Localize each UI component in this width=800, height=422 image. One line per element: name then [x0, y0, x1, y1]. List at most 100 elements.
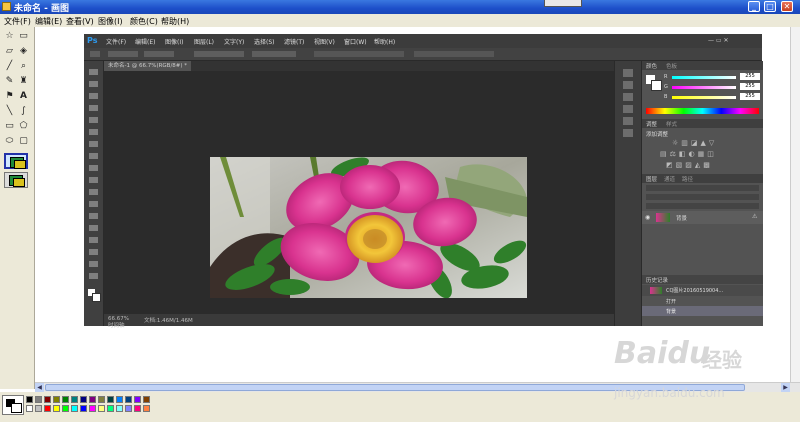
palette-swatch[interactable]: [98, 396, 105, 403]
pencil-icon[interactable]: ✎: [3, 75, 16, 88]
fill-bucket-icon[interactable]: ◈: [17, 45, 30, 58]
ps-menu-item: 窗口(W): [344, 39, 367, 46]
palette-swatch[interactable]: [71, 396, 78, 403]
palette-swatch[interactable]: [143, 396, 150, 403]
palette-swatch[interactable]: [89, 405, 96, 412]
menu-help[interactable]: 帮助(H): [161, 16, 189, 27]
palette-swatch[interactable]: [134, 396, 141, 403]
scroll-right-icon[interactable]: ▶: [781, 383, 790, 392]
baidu-watermark: Baidu 经验 jingyan.baidu.com: [612, 336, 772, 404]
ps-menu-item: 帮助(H): [374, 39, 396, 46]
ps-layers-panel-header: 图层 通道 路径: [642, 174, 763, 183]
ps-menu-item: 滤镜(T): [284, 39, 305, 46]
palette-swatch[interactable]: [26, 396, 33, 403]
palette-swatch[interactable]: [116, 405, 123, 412]
menu-file[interactable]: 文件(F): [4, 16, 31, 27]
palette-swatch[interactable]: [35, 396, 42, 403]
palette-swatch[interactable]: [26, 405, 33, 412]
watermark-url: jingyan.baidu.com: [614, 386, 725, 400]
ps-menu-bar: Ps 文件(F) 编辑(E) 图像(I) 图层(L) 文字(Y) 选择(S) 滤…: [84, 34, 762, 48]
rounded-rect-icon[interactable]: ▢: [17, 135, 30, 148]
transparent-option-icon[interactable]: [4, 172, 28, 188]
palette-swatch[interactable]: [53, 396, 60, 403]
menu-colors[interactable]: 颜色(C): [130, 16, 158, 27]
ps-menu-item: 选择(S): [254, 39, 275, 46]
ps-panel-dock: 颜色 色板 R 255 G 255 B 255 调整 样式 添加调整 ☼▥◪▲▽…: [641, 61, 763, 326]
maximize-button[interactable]: □: [764, 1, 776, 12]
ps-adjust-icons-row3: ◩▧▨◭▩: [666, 161, 713, 169]
ps-status-doc: 文档:1.46M/1.46M: [144, 318, 193, 324]
ps-menu-item: 视图(V): [314, 39, 335, 46]
menu-edit[interactable]: 编辑(E): [35, 16, 62, 27]
watermark-brand2: 经验: [702, 348, 742, 372]
ps-window-controls: — ▭ ✕: [708, 37, 729, 44]
ellipse-icon[interactable]: ⬭: [3, 135, 16, 148]
palette-swatch[interactable]: [71, 405, 78, 412]
palette-swatch[interactable]: [44, 396, 51, 403]
paint-toolbox: ☆ ▭ ▱ ◈ ╱ ⌕ ✎ ♜ ⚑ A ╲ ∫ ▭ ⬠ ⬭ ▢: [0, 27, 35, 389]
palette-swatch[interactable]: [35, 405, 42, 412]
scroll-left-icon[interactable]: ◀: [35, 383, 44, 392]
current-colors: [2, 395, 24, 415]
palette-swatch[interactable]: [62, 405, 69, 412]
palette-swatch[interactable]: [80, 405, 87, 412]
palette-swatch[interactable]: [134, 405, 141, 412]
minimize-button[interactable]: _: [748, 1, 760, 12]
vertical-scrollbar[interactable]: [790, 27, 800, 382]
polygon-icon[interactable]: ⬠: [17, 120, 30, 133]
ps-paths-tab: 路径: [682, 177, 694, 183]
ps-layer-row: ◉ 背景 ⚠: [642, 211, 763, 224]
ps-menu-item: 文字(Y): [224, 39, 245, 46]
ps-history-tab: 历史记录: [646, 278, 669, 284]
ps-layers-tab: 图层: [646, 177, 658, 183]
menu-view[interactable]: 查看(V): [66, 16, 94, 27]
palette-swatch[interactable]: [62, 396, 69, 403]
ps-color-panel-header: 颜色 色板: [642, 61, 763, 70]
ps-menu-item: 图像(I): [165, 39, 184, 46]
palette-swatch[interactable]: [53, 405, 60, 412]
palette-swatch[interactable]: [125, 396, 132, 403]
ps-document-tabs: 未命名-1 @ 66.7%(RGB/8#) *: [104, 61, 614, 71]
ps-history-item: 背景: [642, 306, 763, 316]
flower-photo: [210, 157, 527, 298]
text-tool-icon[interactable]: A: [17, 90, 30, 103]
airbrush-icon[interactable]: ⚑: [3, 90, 16, 103]
palette-swatch[interactable]: [125, 405, 132, 412]
photoshop-screenshot: Ps 文件(F) 编辑(E) 图像(I) 图层(L) 文字(Y) 选择(S) 滤…: [84, 34, 763, 329]
ps-g-value: 255: [740, 83, 760, 90]
brush-icon[interactable]: ♜: [17, 75, 30, 88]
ps-history-item: CQ图片20160519004...: [642, 285, 763, 296]
palette-swatch[interactable]: [80, 396, 87, 403]
ps-adjust-icons: ☼▥◪▲▽: [672, 139, 718, 147]
ps-adjust-icons-row2: ▤⚖◧◐▦◫: [660, 150, 717, 158]
ps-history-item: 打开: [642, 296, 763, 306]
curve-icon[interactable]: ∫: [17, 105, 30, 118]
palette-swatch[interactable]: [116, 396, 123, 403]
title-bar: 未命名 - 画图 _ □ ✕: [0, 0, 800, 14]
title-center-tab[interactable]: [544, 0, 582, 7]
ps-history-panel-header: 历史记录: [642, 275, 763, 284]
rectangle-icon[interactable]: ▭: [3, 120, 16, 133]
magnifier-icon[interactable]: ⌕: [17, 60, 30, 73]
window-title: 未命名 - 画图: [14, 4, 70, 14]
palette-swatch[interactable]: [98, 405, 105, 412]
free-select-icon[interactable]: ☆: [3, 30, 16, 43]
ps-adjust-title: 添加调整: [646, 132, 669, 138]
line-icon[interactable]: ╲: [3, 105, 16, 118]
paint-app-icon: [2, 2, 11, 11]
eraser-icon[interactable]: ▱: [3, 45, 16, 58]
palette-swatch[interactable]: [89, 396, 96, 403]
ps-collapsed-panels: [614, 61, 641, 326]
close-button[interactable]: ✕: [781, 1, 793, 12]
menu-bar: 文件(F) 编辑(E) 查看(V) 图像(I) 颜色(C) 帮助(H): [0, 14, 800, 28]
palette-swatch[interactable]: [44, 405, 51, 412]
rect-select-icon[interactable]: ▭: [17, 30, 30, 43]
ps-r-value: 255: [740, 73, 760, 80]
opaque-option-icon[interactable]: [4, 153, 28, 169]
ps-menu-item: 文件(F): [106, 39, 127, 46]
palette-swatch[interactable]: [107, 396, 114, 403]
palette-swatch[interactable]: [107, 405, 114, 412]
menu-image[interactable]: 图像(I): [98, 16, 123, 27]
palette-swatch[interactable]: [143, 405, 150, 412]
color-picker-icon[interactable]: ╱: [3, 60, 16, 73]
